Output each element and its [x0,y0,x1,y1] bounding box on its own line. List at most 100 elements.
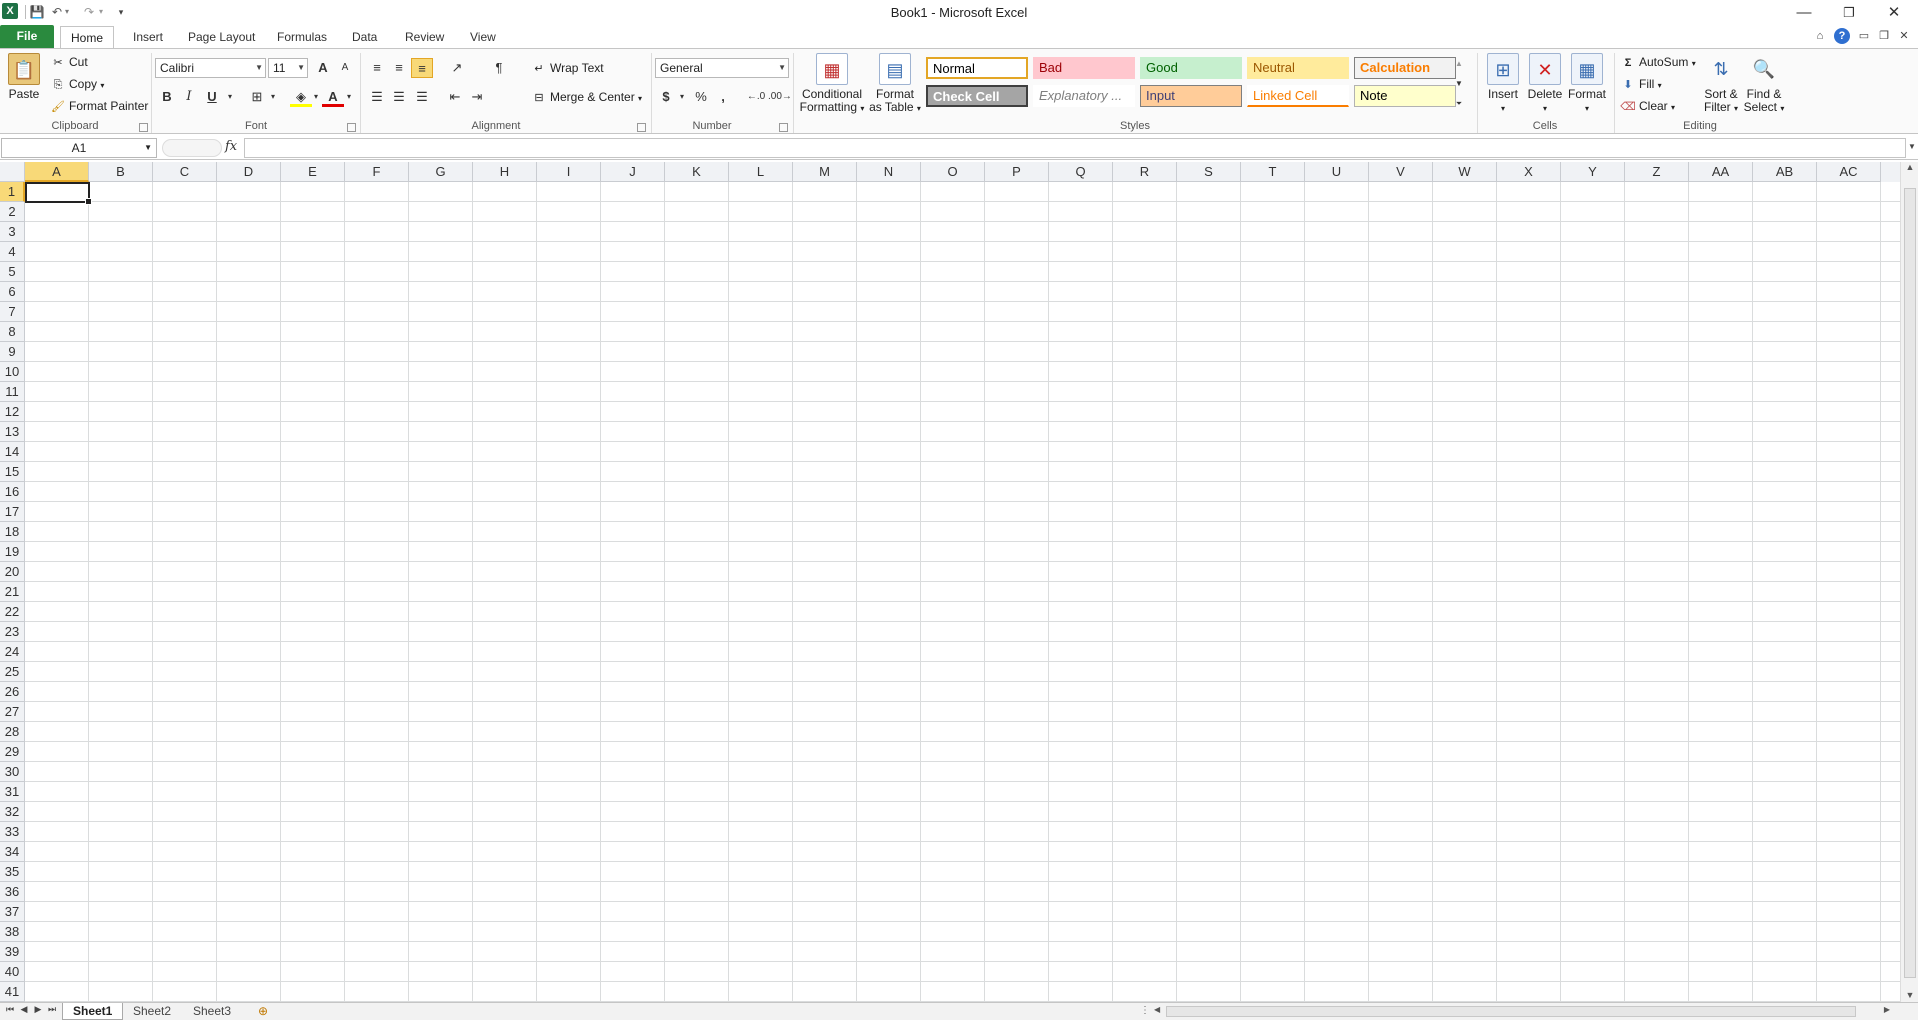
row-header[interactable]: 24 [0,642,25,662]
row-header[interactable]: 35 [0,862,25,882]
row-header[interactable]: 19 [0,542,25,562]
formula-bar-handle[interactable] [162,139,222,157]
column-header[interactable]: J [601,162,665,182]
next-sheet-icon[interactable]: ▶ [32,1004,44,1015]
align-top-icon[interactable]: ≡ [366,58,388,78]
column-header[interactable]: M [793,162,857,182]
gallery-up-icon[interactable]: ▲ [1452,54,1466,74]
gallery-down-icon[interactable]: ▼ [1452,74,1466,94]
row-header[interactable]: 22 [0,602,25,622]
clear-button[interactable]: ⌫ Clear ▾ [1620,96,1675,116]
row-header[interactable]: 32 [0,802,25,822]
alignment-launcher-icon[interactable] [637,123,646,132]
last-sheet-icon[interactable]: ⏭ [46,1004,58,1015]
scroll-left-icon[interactable]: ◀ [1154,1005,1160,1014]
row-header[interactable]: 16 [0,482,25,502]
row-header[interactable]: 4 [0,242,25,262]
cell-style-option[interactable]: Calculation [1354,57,1456,79]
paste-button[interactable]: 📋 Paste [6,53,42,101]
tab-file[interactable]: File [0,25,54,48]
row-header[interactable]: 15 [0,462,25,482]
borders-dropdown-icon[interactable]: ▾ [262,87,284,107]
cell-style-option[interactable]: Note [1354,85,1456,107]
sort-filter-button[interactable]: ⇅ Sort & Filter ▾ [1700,53,1742,115]
row-header[interactable]: 31 [0,782,25,802]
close-button[interactable]: ✕ [1871,0,1917,26]
column-header[interactable]: A [25,162,89,182]
increase-decimal-icon[interactable]: ←.0 [745,87,767,107]
row-header[interactable]: 25 [0,662,25,682]
tab-home[interactable]: Home [60,26,115,49]
sheet-tab-1[interactable]: Sheet1 [62,1003,124,1020]
insert-sheet-icon[interactable]: ⊕ [248,1003,278,1020]
cell-style-option[interactable]: Linked Cell [1247,85,1349,107]
cell-style-option[interactable]: Good [1140,57,1242,79]
prev-sheet-icon[interactable]: ◀ [18,1004,30,1015]
column-header[interactable]: X [1497,162,1561,182]
cell-style-option[interactable]: Normal [926,57,1028,79]
row-header[interactable]: 26 [0,682,25,702]
italic-button[interactable]: I [178,87,200,107]
column-header[interactable]: AA [1689,162,1753,182]
sheet-tab-3[interactable]: Sheet3 [183,1003,241,1020]
number-launcher-icon[interactable] [779,123,788,132]
column-header[interactable]: H [473,162,537,182]
column-header[interactable]: E [281,162,345,182]
formula-input[interactable] [244,138,1906,158]
row-header[interactable]: 7 [0,302,25,322]
tab-page-layout[interactable]: Page Layout [178,26,265,49]
cell-style-option[interactable]: Check Cell [926,85,1028,107]
expand-formula-bar-icon[interactable]: ▼ [1908,142,1916,151]
vertical-scrollbar[interactable]: ▲ ▼ [1900,162,1918,1002]
row-header[interactable]: 3 [0,222,25,242]
cell-area[interactable] [25,182,1900,1002]
row-header[interactable]: 36 [0,882,25,902]
row-header[interactable]: 20 [0,562,25,582]
column-header[interactable]: K [665,162,729,182]
wrap-text-button[interactable]: ↵ Wrap Text [531,58,603,78]
align-left-icon[interactable]: ☰ [366,87,388,107]
orientation-icon[interactable]: ↗ [446,58,468,78]
tab-insert[interactable]: Insert [123,26,173,49]
minimize-button[interactable]: — [1781,0,1827,26]
name-box[interactable]: A1 ▼ [1,138,157,158]
align-middle-icon[interactable]: ≡ [388,58,410,78]
font-size-select[interactable]: 11 ▼ [268,58,308,78]
text-direction-icon[interactable]: ¶ [488,58,510,78]
vertical-scroll-thumb[interactable] [1904,188,1916,978]
comma-icon[interactable]: , [712,87,734,107]
copy-button[interactable]: ⎘ Copy ▾ [50,74,105,94]
clipboard-launcher-icon[interactable] [139,123,148,132]
format-cells-button[interactable]: ▦ Format ▾ [1566,53,1608,115]
row-header[interactable]: 27 [0,702,25,722]
cell-style-option[interactable]: Explanatory ... [1033,85,1135,107]
row-header[interactable]: 6 [0,282,25,302]
decrease-indent-icon[interactable]: ⇤ [444,87,466,107]
column-header[interactable]: I [537,162,601,182]
row-header[interactable]: 39 [0,942,25,962]
row-header[interactable]: 18 [0,522,25,542]
horizontal-scroll-thumb[interactable] [1166,1006,1856,1017]
row-header[interactable]: 33 [0,822,25,842]
column-header[interactable]: G [409,162,473,182]
row-header[interactable]: 28 [0,722,25,742]
row-header[interactable]: 1 [0,182,25,202]
row-header[interactable]: 9 [0,342,25,362]
column-header[interactable]: W [1433,162,1497,182]
font-color-dropdown-icon[interactable]: ▾ [338,87,360,107]
align-bottom-icon[interactable]: ≡ [411,58,433,78]
row-header[interactable]: 21 [0,582,25,602]
row-header[interactable]: 40 [0,962,25,982]
sheet-tab-2[interactable]: Sheet2 [123,1003,181,1020]
fill-button[interactable]: ⬇ Fill ▾ [1620,74,1661,94]
column-header[interactable]: V [1369,162,1433,182]
increase-indent-icon[interactable]: ⇥ [466,87,488,107]
column-header[interactable]: T [1241,162,1305,182]
merge-center-button[interactable]: ⊟ Merge & Center ▾ [531,87,642,107]
tab-view[interactable]: View [460,26,506,49]
bold-button[interactable]: B [156,87,178,107]
scroll-down-icon[interactable]: ▼ [1901,990,1918,1000]
delete-cells-button[interactable]: ✕ Delete ▾ [1524,53,1566,115]
row-header[interactable]: 29 [0,742,25,762]
row-header[interactable]: 38 [0,922,25,942]
